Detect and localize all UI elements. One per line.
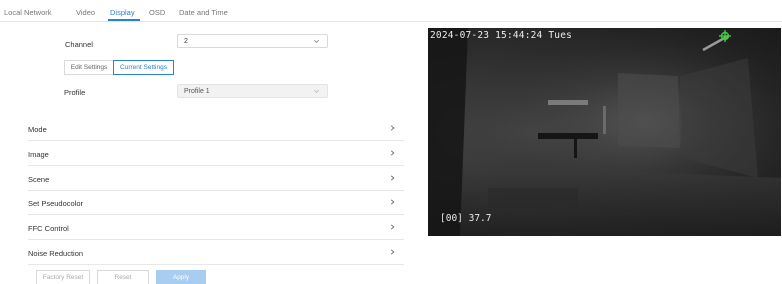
chevron-right-icon	[390, 175, 395, 181]
section-scene[interactable]: Scene	[28, 166, 404, 191]
crosshair-icon	[719, 30, 731, 42]
tab-bar: Local Network Video Display OSD Date and…	[0, 0, 782, 22]
current-settings-button[interactable]: Current Settings	[113, 60, 174, 75]
tab-display[interactable]: Display	[110, 8, 135, 17]
tab-date-and-time[interactable]: Date and Time	[179, 8, 228, 17]
section-label: Noise Reduction	[28, 249, 84, 258]
live-preview: 2024-07-23 15:44:24 Tues [00] 37.7	[428, 28, 781, 236]
section-label: Mode	[28, 125, 47, 134]
channel-label: Channel	[65, 40, 93, 49]
chevron-right-icon	[390, 199, 395, 205]
profile-label: Profile	[64, 88, 86, 97]
active-tab-indicator	[108, 19, 140, 21]
section-ffc-control[interactable]: FFC Control	[28, 215, 404, 240]
edit-settings-button[interactable]: Edit Settings	[64, 60, 114, 75]
apply-button[interactable]: Apply	[156, 270, 206, 284]
channel-value: 2	[184, 38, 188, 45]
osd-timestamp: 2024-07-23 15:44:24 Tues	[430, 30, 573, 41]
thermal-scene-image	[428, 28, 781, 236]
chevron-right-icon	[390, 249, 395, 255]
osd-temperature: [00] 37.7	[440, 213, 492, 224]
tab-osd[interactable]: OSD	[149, 8, 165, 17]
chevron-down-icon	[314, 39, 319, 43]
chevron-down-icon	[314, 89, 319, 93]
chevron-right-icon	[390, 224, 395, 230]
section-image[interactable]: Image	[28, 141, 404, 166]
reset-button[interactable]: Reset	[97, 270, 149, 284]
profile-value: Profile 1	[184, 88, 210, 95]
section-set-pseudocolor[interactable]: Set Pseudocolor	[28, 190, 404, 215]
profile-select[interactable]: Profile 1	[177, 84, 328, 98]
chevron-right-icon	[390, 150, 395, 156]
tab-local-network[interactable]: Local Network	[4, 8, 52, 17]
section-label: Image	[28, 150, 49, 159]
section-label: FFC Control	[28, 224, 69, 233]
section-mode[interactable]: Mode	[28, 116, 404, 141]
tab-video[interactable]: Video	[76, 8, 95, 17]
channel-select[interactable]: 2	[177, 34, 328, 48]
section-label: Set Pseudocolor	[28, 199, 84, 208]
section-noise-reduction[interactable]: Noise Reduction	[28, 240, 404, 265]
factory-reset-button[interactable]: Factory Reset	[36, 270, 90, 284]
chevron-right-icon	[390, 125, 395, 131]
section-label: Scene	[28, 175, 50, 184]
